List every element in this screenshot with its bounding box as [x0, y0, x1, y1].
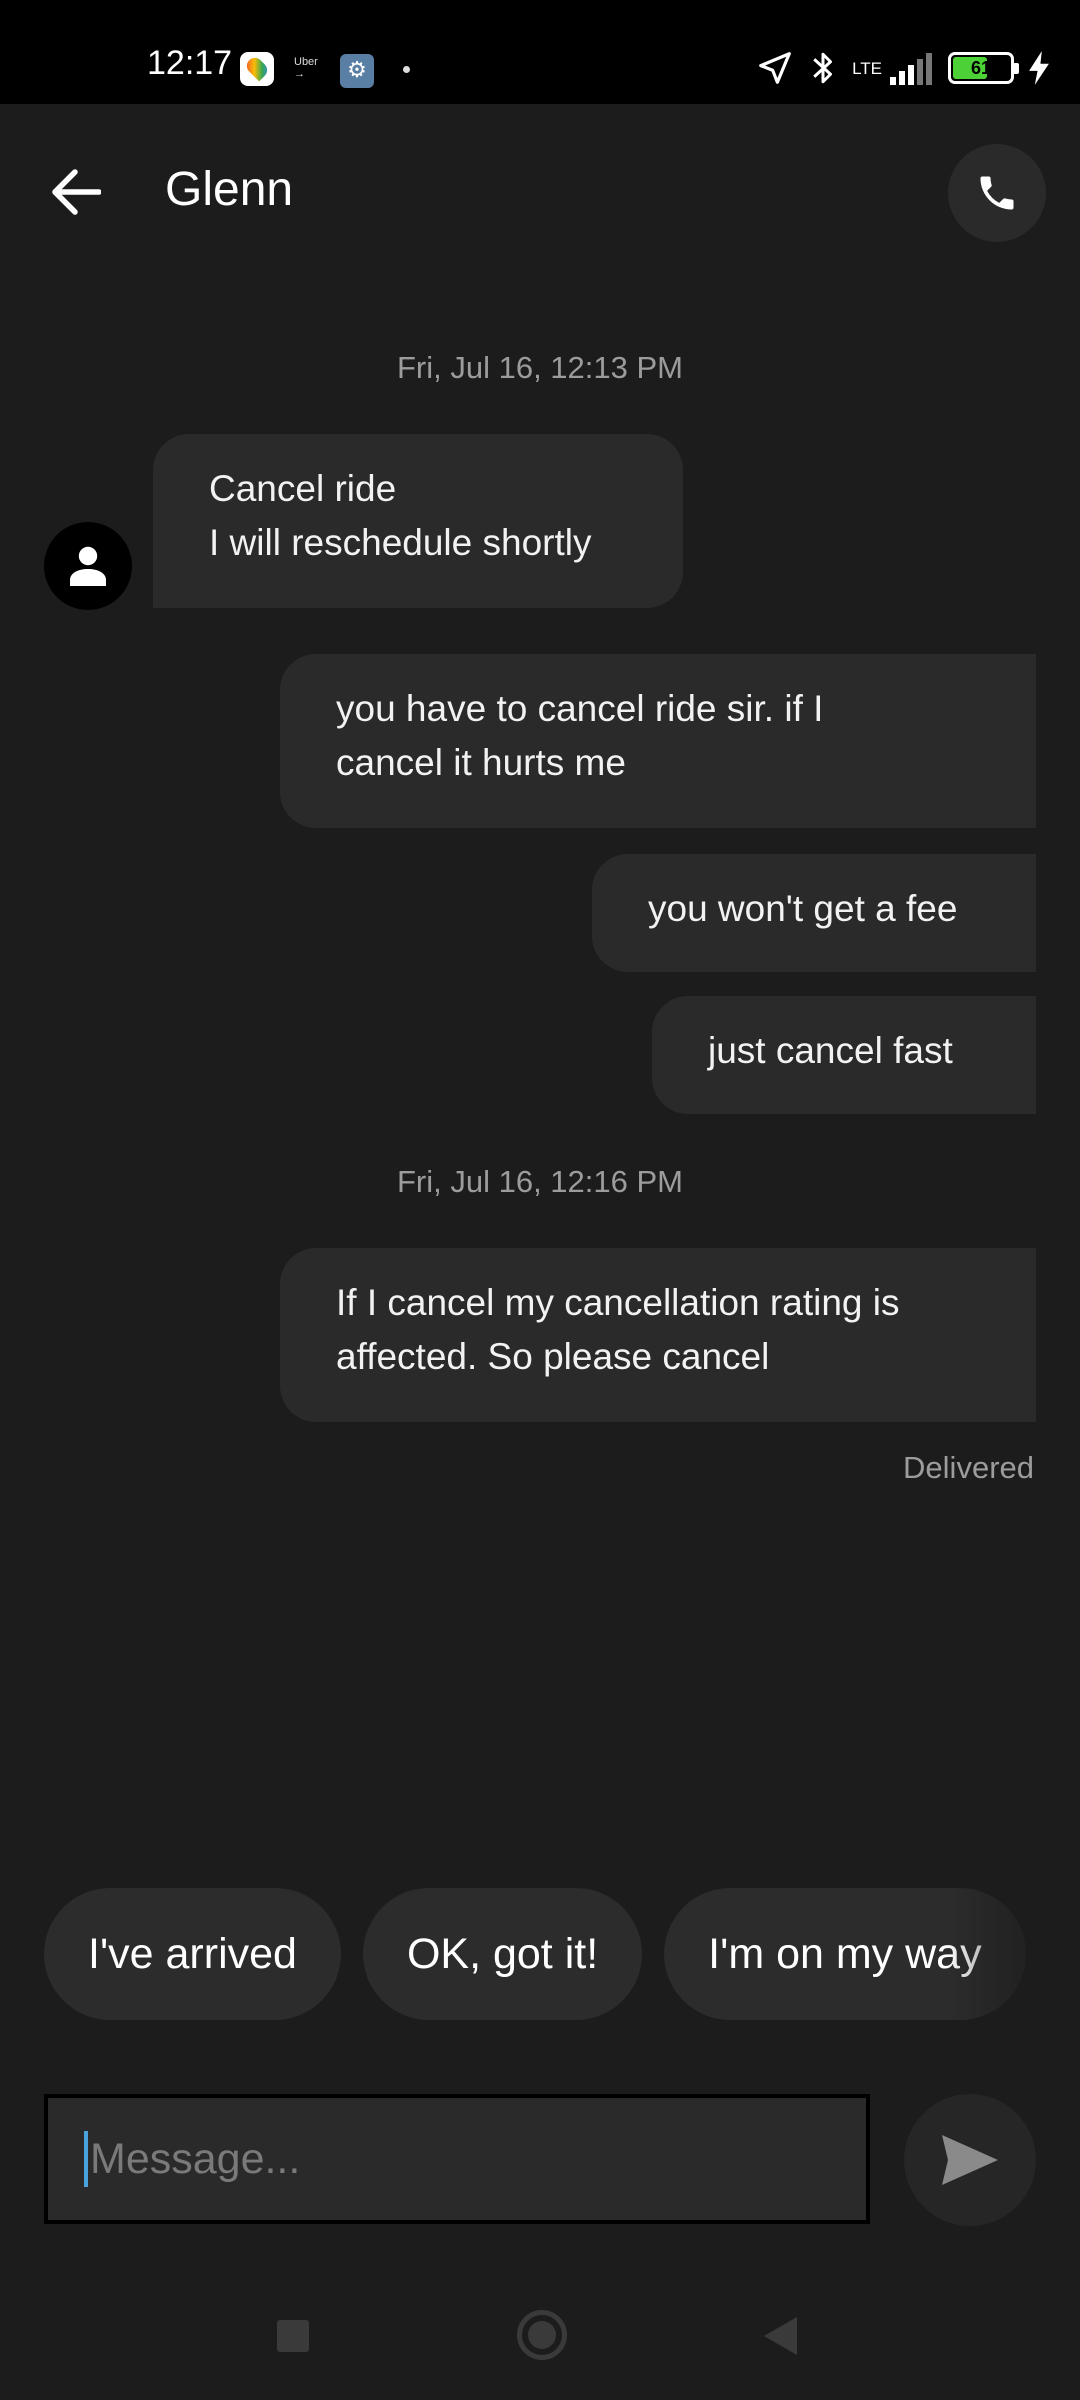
settings-notification-icon: ⚙ [340, 54, 374, 88]
arrow-left-icon [52, 169, 101, 215]
home-icon[interactable] [517, 2310, 567, 2360]
message-composer [44, 2094, 870, 2224]
call-button[interactable] [948, 144, 1046, 242]
charging-bolt-icon [1029, 51, 1049, 85]
send-button[interactable] [904, 2094, 1036, 2226]
phone-icon [980, 176, 1014, 210]
status-icons: LTE 61 [756, 48, 1050, 88]
more-notifications-dot-icon [403, 66, 410, 73]
delivery-status: Delivered [903, 1450, 1034, 1485]
back-triangle-icon[interactable] [764, 2317, 797, 2355]
outgoing-message: you won't get a fee [592, 854, 1036, 972]
message-input[interactable] [90, 2098, 866, 2220]
location-arrow-icon [759, 52, 791, 84]
message-timestamp: Fri, Jul 16, 12:13 PM [396, 350, 683, 385]
outgoing-message: you have to cancel ride sir. if I cancel… [280, 654, 1036, 828]
chat-screen: 12:17 Uber → ⚙ LTE 61 Glenn Fri, Jul 16,… [0, 0, 1080, 2400]
status-bar: 12:17 Uber → ⚙ LTE 61 [0, 0, 1080, 104]
status-time: 12:17 [147, 44, 233, 82]
text-caret [84, 2131, 88, 2187]
outgoing-message: just cancel fast [652, 996, 1036, 1114]
send-icon [942, 2135, 998, 2185]
message-timestamp: Fri, Jul 16, 12:16 PM [396, 1164, 683, 1199]
signal-strength-icon [890, 53, 932, 85]
battery-icon: 61 [948, 52, 1019, 84]
quick-reply-chip[interactable]: OK, got it! [362, 1888, 643, 2020]
network-type: LTE [852, 58, 882, 78]
person-icon [70, 546, 106, 586]
contact-avatar [44, 522, 132, 610]
contact-name: Glenn [165, 163, 294, 216]
system-navigation-bar [0, 2270, 1080, 2400]
bluetooth-icon [813, 52, 833, 84]
chat-header: Glenn [0, 104, 1080, 280]
battery-level: 61 [970, 58, 992, 78]
quick-reply-chip[interactable]: I've arrived [44, 1888, 341, 2020]
outgoing-message: If I cancel my cancellation rating is af… [280, 1248, 1036, 1422]
maps-notification-icon [240, 52, 274, 86]
recent-apps-icon[interactable] [277, 2320, 309, 2352]
back-button[interactable] [40, 152, 112, 232]
incoming-message: Cancel ride I will reschedule shortly [153, 434, 683, 608]
quick-reply-chip[interactable]: I'm on my way [664, 1888, 1026, 2020]
uber-notification-icon: Uber → [294, 56, 318, 80]
quick-replies: I've arrived OK, got it! I'm on my way [44, 1888, 1036, 2020]
